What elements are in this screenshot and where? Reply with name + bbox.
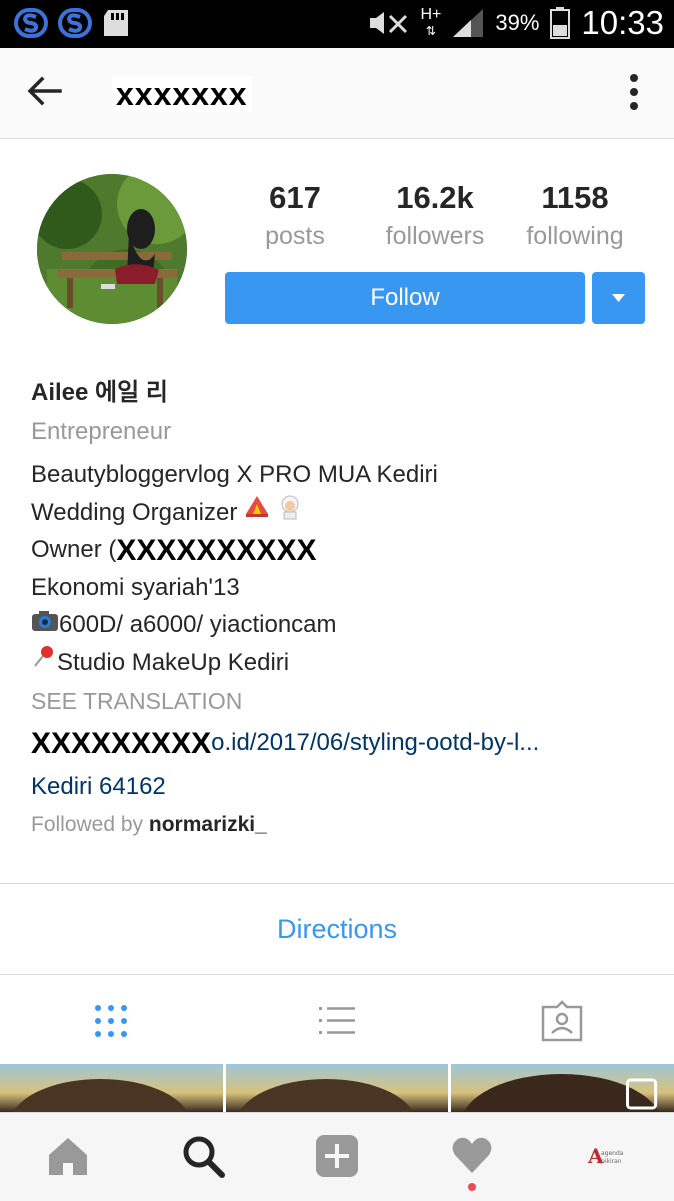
bride-icon [277,494,303,532]
profile-full-name: Ailee 에일 리 [31,379,168,406]
samsung-s-icon [14,8,48,38]
sd-card-icon [104,10,128,36]
activity-heart-icon[interactable] [449,1133,495,1179]
photo-thumbnail[interactable] [225,1064,449,1112]
stat-label: posts [265,222,325,250]
bio-website-link[interactable]: XXXXXXXXXo.id/2017/06/styling-ootd-by-l.… [31,721,651,766]
see-translation-link[interactable]: SEE TRANSLATION [31,681,651,721]
home-icon[interactable] [45,1133,91,1179]
location-link[interactable]: Kediri 64162 [31,765,651,809]
bio-line: Beautybloggervlog X PRO MUA Kediri [31,461,438,488]
bio-line-text: Wedding Organizer [31,498,238,526]
battery-icon [550,7,571,39]
add-post-icon[interactable] [314,1133,360,1179]
stat-value: 16.2k [396,180,474,215]
clock: 10:33 [581,4,664,41]
bio-line-studio: Studio MakeUp Kediri [31,644,651,682]
avatar-photo [37,174,187,324]
redacted-text: XXXXXXXXX [31,721,212,766]
stat-posts[interactable]: 617 posts [225,180,365,251]
profile-header: xxxxxxx [0,48,674,139]
followed-by: Followed by normarizki_ [31,813,651,837]
bio-line-owner: Owner (XXXXXXXXXX [31,531,651,570]
stat-followers[interactable]: 16.2k followers [365,180,505,251]
profile-icon[interactable]: Aagendapikiran [584,1133,630,1179]
bio-line: Ekonomi syariah'13 [31,573,240,601]
back-arrow-icon[interactable] [26,76,62,106]
camera-icon [31,607,59,645]
battery-percent: 39% [495,10,540,35]
redacted-text: XXXXXXXXXX [116,531,317,570]
grid-view-icon[interactable] [89,999,133,1043]
signal-icon [453,9,484,37]
profile-stats: 617 posts 16.2k followers 1158 following [225,180,645,251]
activity-dot [468,1183,476,1191]
stat-following[interactable]: 1158 following [505,180,645,251]
svg-text:agenda: agenda [601,1150,624,1157]
username-title: xxxxxxx [112,76,252,112]
stat-label: following [526,222,624,250]
svg-text:pikiran: pikiran [601,1158,622,1165]
followed-by-prefix: Followed by [31,813,144,836]
status-bar: H+ ⇅ 39% 10:33 [0,0,674,48]
search-icon[interactable] [180,1133,226,1179]
directions-button[interactable]: Directions [0,884,674,974]
more-vert-icon[interactable] [628,74,640,110]
bio-line-wedding: Wedding Organizer [31,494,651,532]
stat-value: 1158 [541,180,609,215]
mute-icon [370,12,408,34]
photo-thumbnail[interactable] [451,1064,674,1112]
bio-line-text: 600D/ a6000/ yiactioncam [59,611,337,638]
photo-grid [0,1064,674,1112]
network-icon: ⇅ [425,24,436,38]
profile-bio: Ailee 에일 리 Entrepreneur Beautybloggervlo… [31,372,651,837]
stat-label: followers [385,222,485,250]
bio-line-text: Studio MakeUp Kediri [57,648,290,676]
bio-line-text: Owner ( [31,536,117,563]
photo-thumbnail[interactable] [0,1064,223,1112]
round-pushpin-icon [31,644,57,682]
circus-tent-icon [244,494,270,532]
avatar[interactable] [37,174,187,324]
caret-down-icon [612,294,625,302]
bottom-navigation: Aagenda pikiran [0,1112,674,1201]
profile-category: Entrepreneur [31,418,172,445]
follow-button[interactable]: Follow [225,272,585,324]
list-view-icon[interactable] [315,999,359,1043]
bio-line-camera: 600D/ a6000/ yiactioncam [31,606,651,644]
view-tabs [0,975,674,1065]
website-link-text: o.id/2017/06/styling-ootd-by-l... [211,729,540,756]
followed-by-user[interactable]: normarizki_ [149,813,267,836]
tagged-photos-icon[interactable] [540,999,584,1043]
stat-value: 617 [269,180,321,215]
network-indicator: H+ ⇅ [420,6,442,39]
samsung-s-icon [58,8,92,38]
suggested-dropdown-button[interactable] [592,272,645,324]
